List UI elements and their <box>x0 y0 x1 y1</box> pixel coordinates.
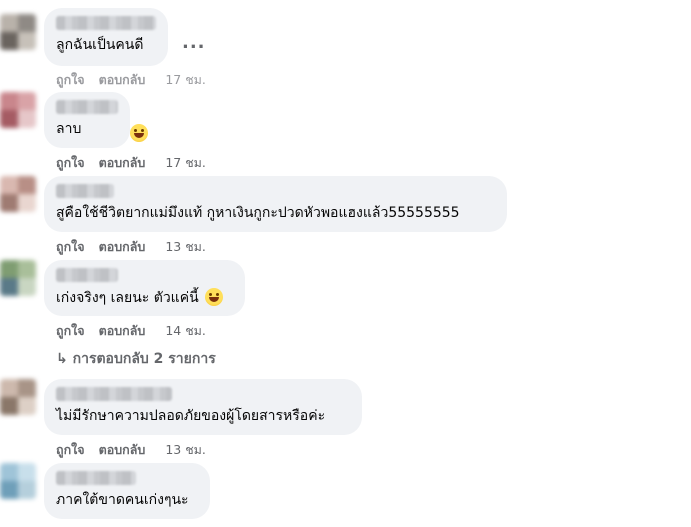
reply-button[interactable]: ตอบกลับ <box>99 321 146 341</box>
author-name-redacted[interactable] <box>56 471 136 485</box>
author-name-redacted[interactable] <box>56 268 118 282</box>
timestamp[interactable]: 17 ชม. <box>165 153 206 173</box>
comment-text: ลูกฉันเป็นคนดี <box>56 37 144 53</box>
comment-bubble: ลูกฉันเป็นคนดี <box>44 8 168 66</box>
timestamp[interactable]: 14 ชม. <box>165 321 206 341</box>
avatar[interactable] <box>0 260 36 296</box>
like-button[interactable]: ถูกใจ <box>56 153 85 173</box>
comment-text: สูคือใช้ชีวิตยากแม่มึงแท้ กูหาเงินกูกะปว… <box>56 205 460 221</box>
reply-button[interactable]: ตอบกลับ <box>99 440 146 460</box>
like-button[interactable]: ถูกใจ <box>56 321 85 341</box>
comment-bubble: ไม่มีรักษาความปลอดภัยของผู้โดยสารหรือค่ะ <box>44 379 362 435</box>
like-button[interactable]: ถูกใจ <box>56 237 85 257</box>
comment-actions: ถูกใจ ตอบกลับ 14 ชม. <box>56 321 206 341</box>
like-button[interactable]: ถูกใจ <box>56 70 85 90</box>
comment-bubble: เก่งจริงๆ เลยนะ ตัวแค่นี้ <box>44 260 245 316</box>
reply-button[interactable]: ตอบกลับ <box>99 70 146 90</box>
view-replies-link[interactable]: ↳ การตอบกลับ 2 รายการ <box>56 348 216 370</box>
comment-bubble: ภาคใต้ขาดคนเก่งๆนะ <box>44 463 210 519</box>
avatar[interactable] <box>0 92 36 128</box>
author-name-redacted[interactable] <box>56 184 114 198</box>
comment-text: ไม่มีรักษาความปลอดภัยของผู้โดยสารหรือค่ะ <box>56 408 326 424</box>
avatar[interactable] <box>0 379 36 415</box>
reply-button[interactable]: ตอบกลับ <box>99 237 146 257</box>
comment-bubble: สูคือใช้ชีวิตยากแม่มึงแท้ กูหาเงินกูกะปว… <box>44 176 507 232</box>
comment-actions: ถูกใจ ตอบกลับ 17 ชม. <box>56 153 206 173</box>
timestamp[interactable]: 17 ชม. <box>165 70 206 90</box>
like-button[interactable]: ถูกใจ <box>56 440 85 460</box>
grinning-emoji-icon <box>204 288 223 306</box>
author-name-redacted[interactable] <box>56 387 172 401</box>
comment-text: เก่งจริงๆ เลยนะ ตัวแค่นี้ <box>56 288 233 308</box>
comment-actions: ถูกใจ ตอบกลับ 13 ชม. <box>56 237 206 257</box>
avatar[interactable] <box>0 176 36 212</box>
reply-button[interactable]: ตอบกลับ <box>99 153 146 173</box>
more-options-icon[interactable]: ... <box>182 32 206 53</box>
author-name-redacted[interactable] <box>56 100 118 114</box>
avatar[interactable] <box>0 463 36 499</box>
comment-actions: ถูกใจ ตอบกลับ 13 ชม. <box>56 440 206 460</box>
comment-text: ภาคใต้ขาดคนเก่งๆนะ <box>56 492 189 508</box>
author-name-redacted[interactable] <box>56 16 156 30</box>
laughing-emoji-icon <box>130 124 148 142</box>
timestamp[interactable]: 13 ชม. <box>165 440 206 460</box>
comment-bubble: ลาบ <box>44 92 130 148</box>
timestamp[interactable]: 13 ชม. <box>165 237 206 257</box>
comment-text: ลาบ <box>56 121 82 137</box>
avatar[interactable] <box>0 14 36 50</box>
comment-actions: ถูกใจ ตอบกลับ 17 ชม. <box>56 70 206 90</box>
